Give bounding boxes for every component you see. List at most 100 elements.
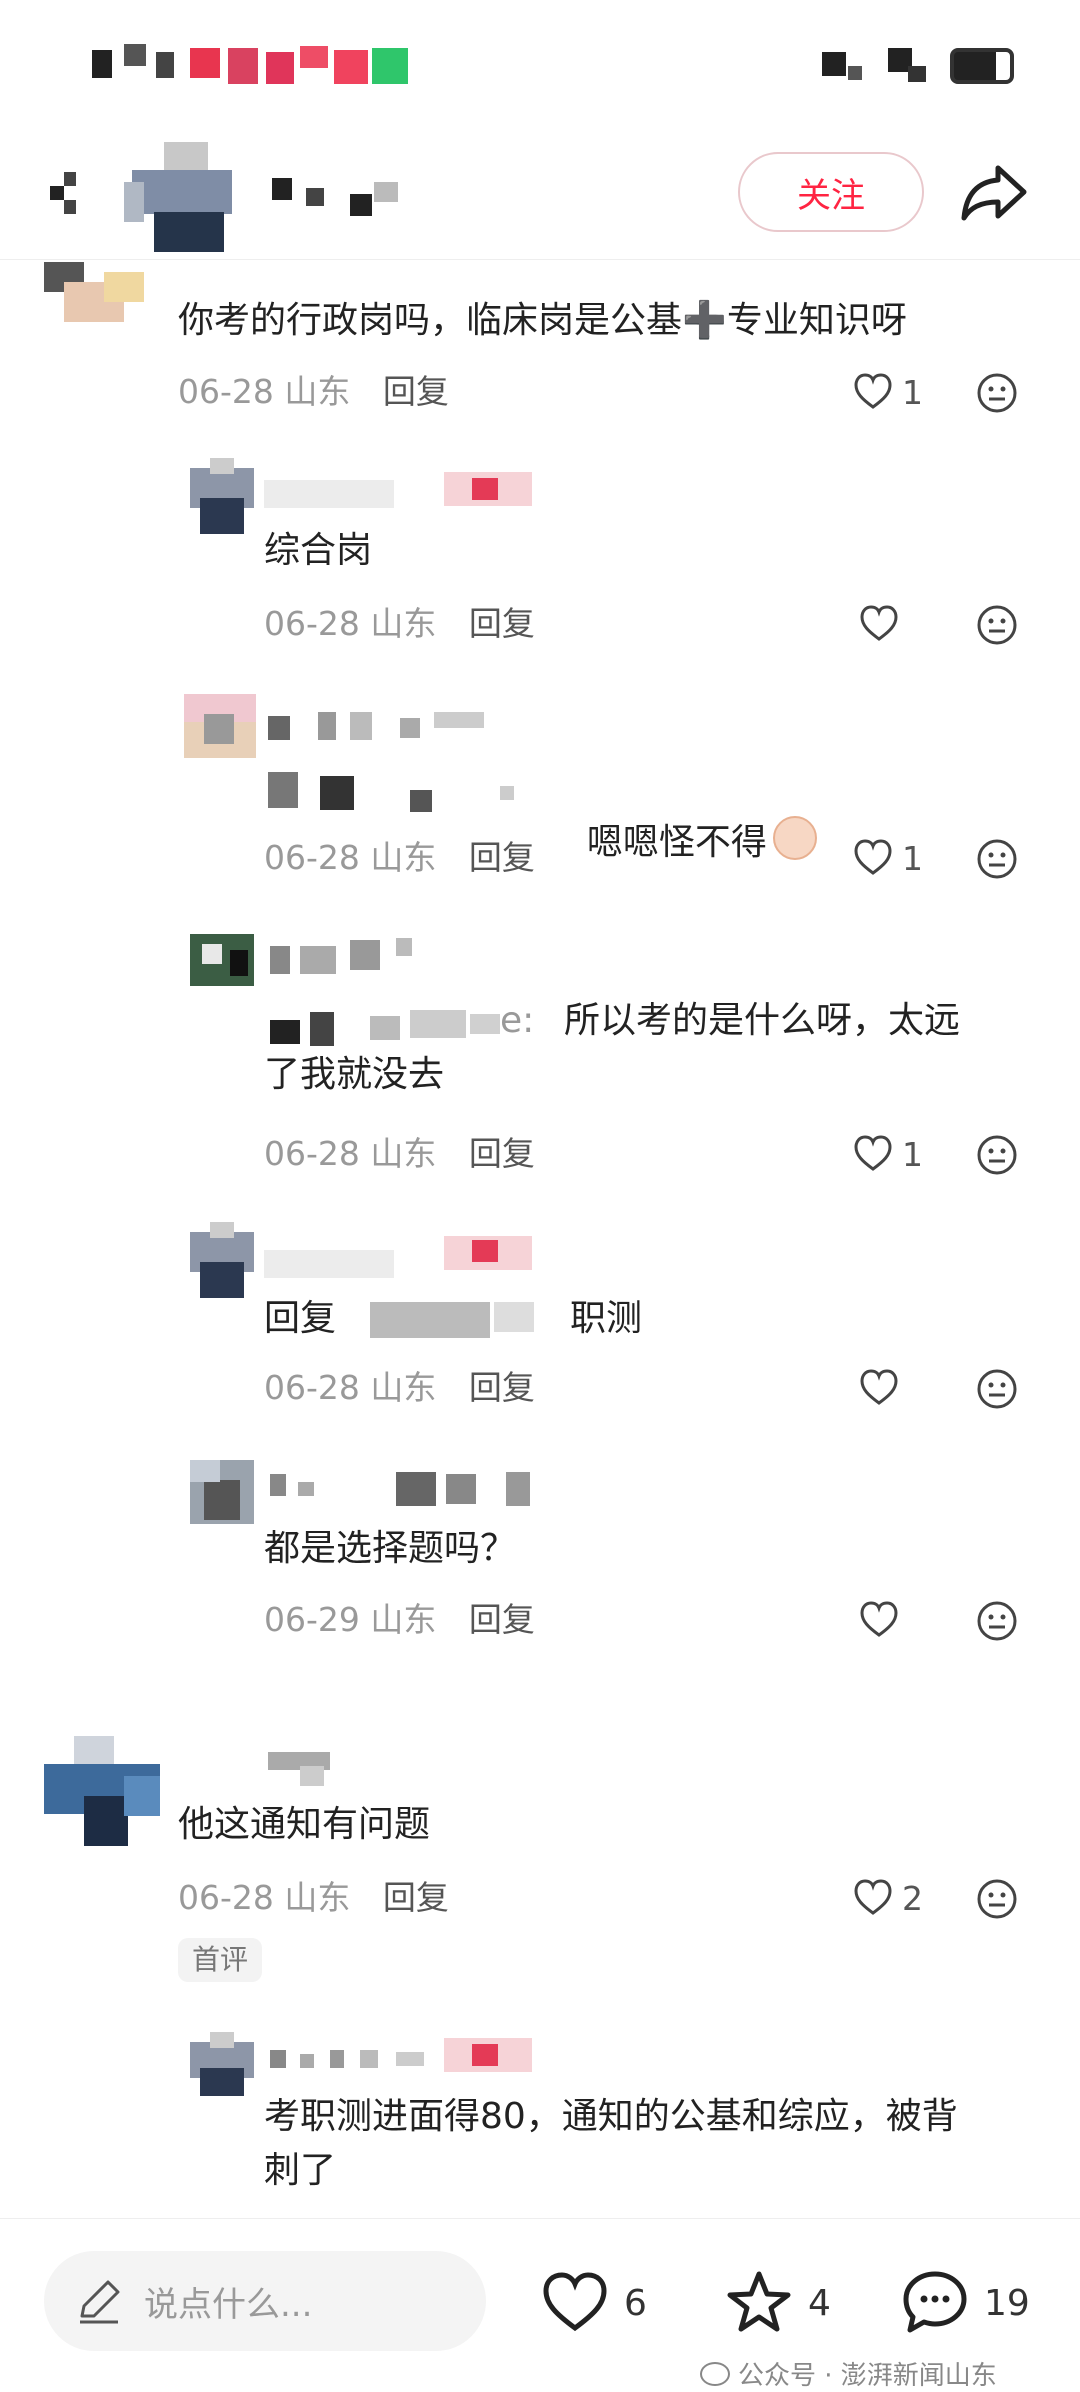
comment-meta: 06-28 山东 回复 bbox=[264, 834, 535, 882]
like-count: 1 bbox=[902, 372, 923, 412]
comment-count: 19 bbox=[984, 2282, 1030, 2324]
comment-meta: 06-28 山东 回复 bbox=[264, 1130, 535, 1178]
emoji-icon[interactable] bbox=[976, 372, 1018, 414]
avatar[interactable] bbox=[184, 694, 256, 758]
back-icon[interactable] bbox=[44, 166, 96, 218]
emoji-icon[interactable] bbox=[976, 604, 1018, 646]
avatar[interactable] bbox=[44, 1736, 160, 1846]
avatar[interactable] bbox=[190, 2032, 254, 2096]
reply-button[interactable]: 回复 bbox=[469, 1368, 535, 1407]
crying-emoji-icon bbox=[772, 816, 817, 860]
comment-region: 山东 bbox=[284, 1878, 351, 1917]
watermark-text: 公众号 · 澎湃新闻山东 bbox=[738, 2361, 997, 2391]
heart-icon bbox=[854, 373, 892, 409]
like-button[interactable]: 1 bbox=[852, 1130, 923, 1178]
reply-button[interactable]: 回复 bbox=[469, 1600, 535, 1639]
follow-button[interactable]: 关注 bbox=[738, 152, 924, 232]
comment-text: 都是选择题吗？ bbox=[264, 1528, 517, 1569]
emoji-icon[interactable] bbox=[976, 1134, 1018, 1176]
reply-button[interactable]: 回复 bbox=[383, 1878, 449, 1917]
heart-icon bbox=[860, 1369, 898, 1405]
share-icon[interactable] bbox=[958, 160, 1030, 224]
like-button[interactable] bbox=[858, 1364, 900, 1412]
avatar[interactable] bbox=[190, 458, 254, 534]
top-nav: 关注 bbox=[0, 130, 1080, 260]
like-post-button[interactable]: 6 bbox=[540, 2263, 647, 2343]
collect-button[interactable]: 4 bbox=[724, 2263, 831, 2343]
heart-icon bbox=[860, 605, 898, 641]
reply-button[interactable]: 回复 bbox=[469, 604, 535, 643]
comment-date: 06-28 bbox=[264, 838, 360, 877]
comment-date: 06-28 bbox=[264, 604, 360, 643]
follow-label: 关注 bbox=[797, 175, 865, 216]
like-count: 1 bbox=[902, 838, 923, 878]
comment-date: 06-28 bbox=[178, 1878, 274, 1917]
comment-region: 山东 bbox=[370, 1368, 437, 1407]
like-count: 1 bbox=[902, 1134, 923, 1174]
heart-icon bbox=[860, 1601, 898, 1637]
pencil-icon bbox=[80, 2280, 120, 2324]
comment-button[interactable]: 19 bbox=[900, 2263, 1030, 2343]
reply-button[interactable]: 回复 bbox=[469, 838, 535, 877]
avatar[interactable] bbox=[44, 262, 154, 332]
commenter-name-pixelated bbox=[268, 716, 290, 740]
emoji-icon[interactable] bbox=[976, 1878, 1018, 1920]
heart-icon bbox=[854, 1879, 892, 1915]
comment-region: 山东 bbox=[370, 1600, 437, 1639]
status-time-pixelated bbox=[92, 50, 112, 78]
collect-count: 4 bbox=[808, 2282, 831, 2324]
author-avatar[interactable] bbox=[124, 142, 240, 258]
avatar[interactable] bbox=[190, 934, 254, 986]
comment-region: 山东 bbox=[284, 372, 351, 411]
signal-icon bbox=[822, 52, 846, 76]
comment-date: 06-29 bbox=[264, 1600, 360, 1639]
comment-bubble-icon bbox=[903, 2271, 967, 2333]
comment-text: 嗯嗯怪不得 bbox=[564, 762, 817, 870]
comment-date: 06-28 bbox=[178, 372, 274, 411]
comment-text-reply-prefix: 回复 bbox=[264, 1298, 337, 1339]
like-button[interactable]: 2 bbox=[852, 1874, 923, 1922]
comment-input-placeholder: 说点什么... bbox=[144, 2284, 313, 2325]
commenter-name-pixelated bbox=[270, 2050, 286, 2068]
commenter-name-pixelated bbox=[270, 1474, 286, 1496]
battery-icon bbox=[950, 48, 1014, 84]
comment-text: 他这通知有问题 bbox=[178, 1804, 431, 1845]
avatar[interactable] bbox=[190, 1222, 254, 1298]
comment-text: 考职测进面得80，通知的公基和综应，被背 刺了 bbox=[264, 2096, 958, 2191]
emoji-icon[interactable] bbox=[976, 1600, 1018, 1642]
like-button[interactable]: 1 bbox=[852, 368, 923, 416]
like-button[interactable]: 1 bbox=[852, 834, 923, 882]
comment-meta: 06-28 山东 回复 bbox=[178, 368, 449, 416]
comment-date: 06-28 bbox=[264, 1368, 360, 1407]
comment-meta: 06-28 山东 回复 bbox=[264, 1364, 535, 1412]
like-count: 2 bbox=[902, 1878, 923, 1918]
comment-text: 综合岗 bbox=[264, 530, 373, 571]
like-button[interactable] bbox=[858, 1596, 900, 1644]
heart-icon bbox=[543, 2272, 607, 2332]
commenter-name-pixelated bbox=[264, 1250, 394, 1278]
watermark: 公众号 · 澎湃新闻山东 bbox=[700, 2355, 997, 2392]
comment-input[interactable]: 说点什么... bbox=[44, 2251, 486, 2351]
comment-date: 06-28 bbox=[264, 1134, 360, 1173]
comment-meta: 06-29 山东 回复 bbox=[264, 1596, 535, 1644]
star-icon bbox=[727, 2271, 791, 2332]
reply-button[interactable]: 回复 bbox=[469, 1134, 535, 1173]
comment-region: 山东 bbox=[370, 604, 437, 643]
comment-region: 山东 bbox=[370, 838, 437, 877]
comment-meta: 06-28 山东 回复 bbox=[264, 600, 535, 648]
comment-meta: 06-28 山东 回复 bbox=[178, 1874, 449, 1922]
emoji-icon[interactable] bbox=[976, 838, 1018, 880]
like-button[interactable] bbox=[858, 600, 900, 648]
post-like-count: 6 bbox=[624, 2282, 647, 2324]
heart-icon bbox=[854, 1135, 892, 1171]
comment-region: 山东 bbox=[370, 1134, 437, 1173]
comment-text: 所以考的是什么呀，太远 了我就没去 bbox=[264, 1000, 961, 1095]
emoji-icon[interactable] bbox=[976, 1368, 1018, 1410]
commenter-name-pixelated bbox=[270, 946, 290, 974]
avatar[interactable] bbox=[190, 1460, 254, 1524]
reply-button[interactable]: 回复 bbox=[383, 372, 449, 411]
author-name-pixelated bbox=[272, 178, 292, 200]
status-bar bbox=[0, 0, 1080, 130]
heart-icon bbox=[854, 839, 892, 875]
first-comment-badge: 首评 bbox=[178, 1938, 263, 1982]
